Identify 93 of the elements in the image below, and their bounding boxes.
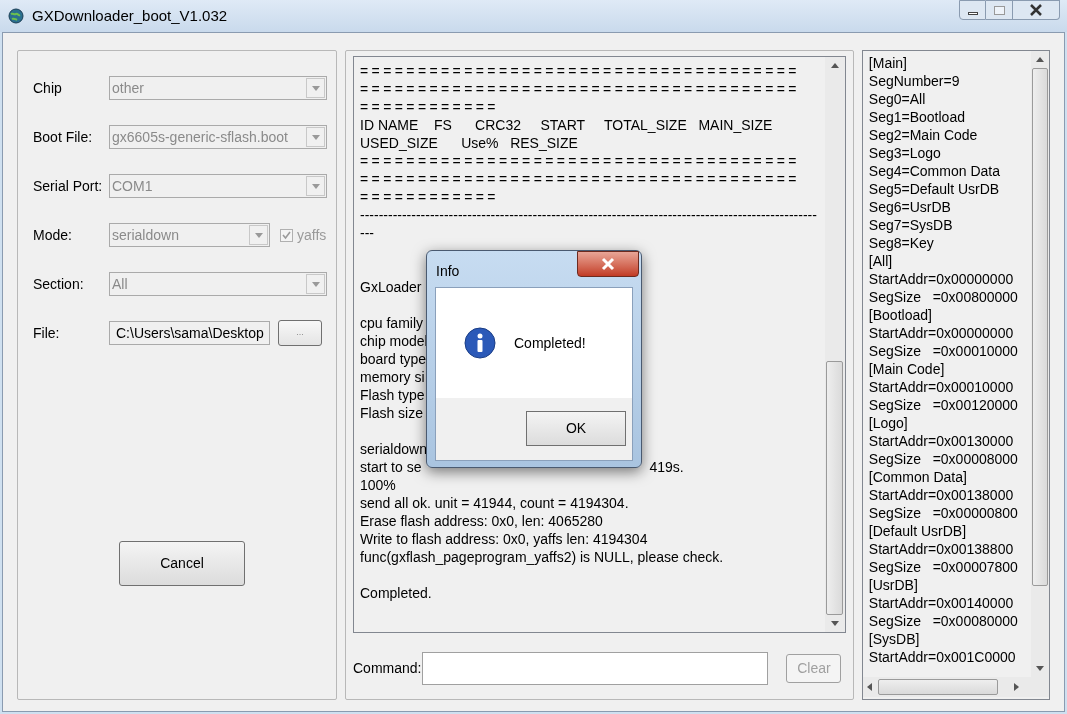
config-line: StartAddr=0x00130000 — [868, 432, 1015, 450]
config-line: StartAddr=0x00138000 — [868, 486, 1015, 504]
dialog-title: Info — [436, 262, 460, 281]
config-line: Seg3=Logo — [868, 144, 942, 162]
config-line: [All] — [868, 252, 894, 270]
scroll-left-icon[interactable] — [866, 683, 872, 691]
log-line: 419s. — [649, 458, 684, 476]
log-line: Flash size — [360, 404, 424, 422]
dialog-message: Completed! — [514, 333, 586, 353]
file-path-field[interactable]: C:\Users\sama\Desktop — [109, 321, 270, 345]
log-line: send all ok. unit = 41944, count = 4194304. — [360, 494, 629, 512]
config-line: SegNumber=9 — [868, 72, 961, 90]
field-label: Section: — [33, 274, 85, 294]
log-line: ============ — [360, 188, 499, 206]
config-line: SegSize =0x00000800 — [868, 504, 1019, 522]
scroll-down-icon[interactable] — [1036, 666, 1044, 671]
log-line: USED_SIZE Use% RES_SIZE — [360, 134, 578, 152]
config-line: StartAddr=0x00138800 — [868, 540, 1015, 558]
log-line: Erase flash address: 0x0, len: 4065280 — [360, 512, 603, 530]
config-line: Seg7=SysDB — [868, 216, 954, 234]
scroll-thumb[interactable] — [877, 679, 998, 695]
horizontal-scrollbar[interactable] — [862, 677, 1049, 697]
config-line: StartAddr=0x00010000 — [868, 378, 1015, 396]
scroll-up-icon[interactable] — [830, 63, 839, 68]
close-icon[interactable] — [1028, 4, 1044, 16]
log-line: memory si — [360, 368, 425, 386]
config-line: Seg8=Key — [868, 234, 935, 252]
config-line: StartAddr=0x00140000 — [868, 594, 1015, 612]
close-button[interactable] — [577, 251, 639, 277]
log-line: ============ — [360, 98, 499, 116]
log-line: ====================================== — [360, 62, 800, 80]
cancel-button[interactable]: Cancel — [119, 541, 245, 586]
config-line: Seg6=UsrDB — [868, 198, 952, 216]
config-line: Seg5=Default UsrDB — [868, 180, 1001, 198]
config-line: [Logo] — [868, 414, 909, 432]
log-line: ====================================== — [360, 152, 800, 170]
field-label: File: — [33, 323, 61, 343]
globe-icon — [8, 8, 24, 24]
config-line: SegSize =0x00120000 — [868, 396, 1019, 414]
scroll-right-icon[interactable] — [1013, 683, 1019, 691]
minimize-button[interactable] — [959, 0, 986, 20]
ok-button[interactable]: OK — [526, 411, 626, 446]
config-line: SegSize =0x00800000 — [868, 288, 1019, 306]
log-line: ====================================== — [360, 170, 800, 188]
log-line: -------------------------------------------------------------------------------------------------- — [360, 206, 817, 224]
log-line: 100% — [360, 476, 396, 494]
scrollbar[interactable] — [1031, 51, 1049, 677]
config-line: [UsrDB] — [868, 576, 919, 594]
config-line: [Common Data] — [868, 468, 968, 486]
info-icon — [464, 327, 496, 359]
log-line: Write to flash address: 0x0, yaffs len: 4194304 — [360, 530, 648, 548]
config-line: SegSize =0x00008000 — [868, 450, 1019, 468]
config-line: Seg0=All — [868, 90, 927, 108]
config-line: SegSize =0x00080000 — [868, 612, 1019, 630]
log-line: ====================================== — [360, 80, 800, 98]
log-line: GxLoader — [360, 278, 422, 296]
log-line: start to se — [360, 458, 422, 476]
log-line: --- — [360, 224, 374, 242]
scroll-thumb[interactable] — [826, 361, 844, 615]
field-label: Boot File: — [33, 127, 94, 147]
checkbox-label: yaffs — [297, 225, 327, 245]
log-line: Flash type — [360, 386, 425, 404]
browse-button[interactable]: ... — [278, 320, 322, 346]
config-line: [Default UsrDB] — [868, 522, 968, 540]
config-line: Seg1=Bootload — [868, 108, 966, 126]
scrollbar[interactable] — [824, 57, 845, 632]
log-line: board type — [360, 350, 427, 368]
config-line: StartAddr=0x001C0000 — [868, 648, 1017, 666]
field-label: Mode: — [33, 225, 73, 245]
config-line: SegSize =0x00007800 — [868, 558, 1019, 576]
scroll-down-icon[interactable] — [830, 621, 839, 626]
config-line: [SysDB] — [868, 630, 921, 648]
window-title: GXDownloader_boot_V1.032 — [32, 5, 228, 26]
log-line: ID NAME FS CRC32 START TOTAL_SIZE MAIN_SIZE — [360, 116, 773, 134]
config-line: Seg4=Common Data — [868, 162, 1001, 180]
config-line: [Main Code] — [868, 360, 946, 378]
command-label: Command: — [353, 659, 422, 678]
log-line: func(gxflash_pageprogram_yaffs2) is NULL, please check. — [360, 548, 724, 566]
command-field[interactable] — [422, 652, 769, 685]
config-line: Seg2=Main Code — [868, 126, 979, 144]
close-button[interactable] — [1013, 0, 1060, 20]
scroll-thumb[interactable] — [1032, 68, 1048, 586]
field-label: Serial Port: — [33, 176, 104, 196]
config-line: StartAddr=0x00000000 — [868, 270, 1015, 288]
config-line: StartAddr=0x00000000 — [868, 324, 1015, 342]
log-line: cpu family — [360, 314, 424, 332]
config-line: SegSize =0x00010000 — [868, 342, 1019, 360]
config-line: [Bootload] — [868, 306, 933, 324]
config-line: [Main] — [868, 54, 908, 72]
scroll-up-icon[interactable] — [1036, 57, 1044, 62]
log-line: Completed. — [360, 584, 432, 602]
log-line: serialdown — [360, 440, 427, 458]
field-label: Chip — [33, 78, 63, 98]
